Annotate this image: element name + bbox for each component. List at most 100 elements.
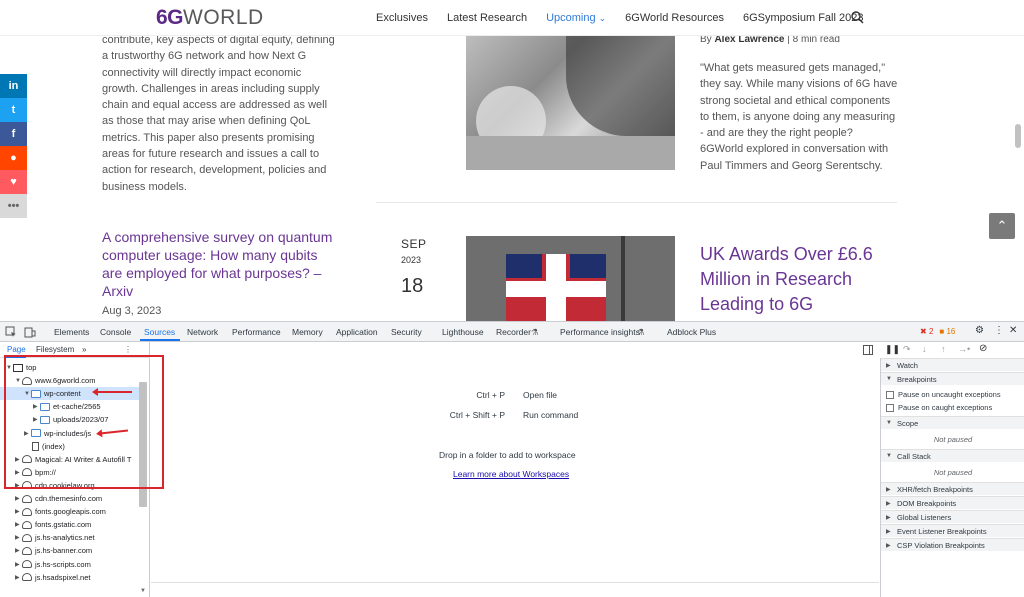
survey-article-date: Aug 3, 2023 xyxy=(102,305,162,317)
tab-memory[interactable]: Memory xyxy=(292,327,323,337)
more-tabs-chevron-icon[interactable]: » xyxy=(82,345,86,354)
tree-item-label: js.hs-scripts.com xyxy=(35,559,91,569)
shortcut-label-open-file: Open file xyxy=(523,390,558,400)
uk-article-title[interactable]: UK Awards Over £6.6 Million in Research … xyxy=(700,242,900,317)
scroll-down-arrow-icon[interactable]: ▼ xyxy=(140,588,146,594)
settings-gear-icon[interactable]: ⚙ xyxy=(975,325,984,336)
expand-arrow-icon[interactable]: ▶ xyxy=(15,534,22,541)
section-watch[interactable]: ▶ Watch xyxy=(881,358,1024,371)
article-photo-union-jack[interactable] xyxy=(466,236,675,321)
more-icon[interactable]: ••• xyxy=(0,194,27,218)
section-label: Event Listener Breakpoints xyxy=(897,526,987,536)
tree-item[interactable]: ▶ js.hsadspixel.net xyxy=(0,571,139,584)
linkedin-icon[interactable]: in xyxy=(0,74,27,98)
expand-arrow-icon: ▶ xyxy=(886,528,891,535)
tab-performance[interactable]: Performance xyxy=(232,327,281,337)
warning-count-badge[interactable]: ■ 16 xyxy=(939,327,955,336)
section-scope[interactable]: ▼ Scope xyxy=(881,416,1024,429)
deactivate-breakpoints-icon[interactable]: ⊘ xyxy=(979,343,987,354)
step-into-icon[interactable]: ↓ xyxy=(922,344,927,354)
nav-6gsymposium[interactable]: 6GSymposium Fall 2023 xyxy=(743,12,863,24)
expand-arrow-icon[interactable]: ▶ xyxy=(15,574,22,581)
collapse-arrow-icon: ▼ xyxy=(886,376,892,382)
tree-item[interactable]: ▶ cdn.themesinfo.com xyxy=(0,492,139,505)
nav-exclusives[interactable]: Exclusives xyxy=(376,12,428,24)
collapse-arrow-icon: ▼ xyxy=(886,420,892,426)
tab-network[interactable]: Network xyxy=(187,327,218,337)
survey-article-title[interactable]: A comprehensive survey on quantum comput… xyxy=(102,228,338,300)
nav-upcoming-label: Upcoming xyxy=(546,12,596,24)
subtab-page[interactable]: Page xyxy=(7,345,26,354)
tree-item[interactable]: ▶ js.hs-scripts.com xyxy=(0,558,139,571)
error-count-badge[interactable]: ✖ 2 xyxy=(920,327,933,336)
drop-folder-hint: Drop in a folder to add to workspace xyxy=(439,450,576,460)
editor-status-divider xyxy=(151,582,879,583)
tab-performance-insights[interactable]: Performance insights xyxy=(560,327,640,337)
navigator-menu-icon[interactable]: ⋮ xyxy=(124,345,132,354)
article-photo-parent-child[interactable] xyxy=(466,36,675,170)
tree-item[interactable]: ▶ fonts.gstatic.com xyxy=(0,518,139,531)
close-icon[interactable]: ✕ xyxy=(1009,325,1017,336)
site-logo[interactable]: 6GWORLD xyxy=(156,6,264,30)
search-icon[interactable] xyxy=(850,10,864,24)
nav-latest-research[interactable]: Latest Research xyxy=(447,12,527,24)
expand-arrow-icon[interactable]: ▶ xyxy=(15,547,22,554)
tab-adblock-plus[interactable]: Adblock Plus xyxy=(667,327,716,337)
section-label: DOM Breakpoints xyxy=(897,498,957,508)
checkbox[interactable] xyxy=(886,390,894,399)
section-dom-breakpoints[interactable]: ▶ DOM Breakpoints xyxy=(881,496,1024,509)
issue-counters[interactable]: ✖ 2 ■ 16 xyxy=(920,327,955,336)
section-label: Watch xyxy=(897,360,918,370)
tree-item-label: js.hs-analytics.net xyxy=(35,533,95,543)
expand-arrow-icon[interactable]: ▶ xyxy=(15,508,22,515)
section-call-stack[interactable]: ▼ Call Stack xyxy=(881,449,1024,462)
pause-uncaught-checkbox-row[interactable]: Pause on uncaught exceptions xyxy=(886,390,1001,399)
section-csp-breakpoints[interactable]: ▶ CSP Violation Breakpoints xyxy=(881,538,1024,551)
learn-workspaces-link[interactable]: Learn more about Workspaces xyxy=(453,469,569,479)
tab-sources[interactable]: Sources xyxy=(144,327,175,337)
scroll-to-top-button[interactable]: ⌃ xyxy=(989,213,1015,239)
tab-security[interactable]: Security xyxy=(391,327,422,337)
heart-icon[interactable]: ♥ xyxy=(0,170,27,194)
error-count: 2 xyxy=(928,327,934,336)
main-nav: Exclusives Latest Research Upcoming ⌄ 6GW… xyxy=(376,12,882,24)
pause-caught-checkbox-row[interactable]: Pause on caught exceptions xyxy=(886,403,992,412)
toggle-debugger-sidebar-icon[interactable] xyxy=(863,345,873,355)
pause-icon[interactable]: ❚❚ xyxy=(885,344,900,355)
section-global-listeners[interactable]: ▶ Global Listeners xyxy=(881,510,1024,523)
tab-elements[interactable]: Elements xyxy=(54,327,89,337)
step-over-icon[interactable]: ↷ xyxy=(903,344,911,355)
tab-lighthouse[interactable]: Lighthouse xyxy=(442,327,484,337)
step-icon[interactable]: →• xyxy=(958,344,970,354)
tab-application[interactable]: Application xyxy=(336,327,378,337)
expand-arrow-icon[interactable]: ▶ xyxy=(15,521,22,528)
article-excerpt-right: "What gets measured gets managed," they … xyxy=(700,62,898,172)
subtab-filesystem[interactable]: Filesystem xyxy=(36,345,74,354)
section-breakpoints[interactable]: ▼ Breakpoints xyxy=(881,372,1024,385)
debugger-toolbar: ❚❚ ↷ ↓ ↑ →• ⊘ xyxy=(858,342,1024,358)
checkbox[interactable] xyxy=(886,403,894,412)
facebook-icon[interactable]: f xyxy=(0,122,27,146)
expand-arrow-icon[interactable]: ▶ xyxy=(15,561,22,568)
device-toolbar-icon[interactable] xyxy=(24,326,36,338)
step-out-icon[interactable]: ↑ xyxy=(941,344,946,354)
reddit-icon[interactable]: ● xyxy=(0,146,27,170)
tab-recorder[interactable]: Recorder xyxy=(496,327,531,337)
tab-console[interactable]: Console xyxy=(100,327,131,337)
nav-upcoming[interactable]: Upcoming ⌄ xyxy=(546,12,606,24)
expand-arrow-icon[interactable]: ▶ xyxy=(15,495,22,502)
tree-item-label: fonts.gstatic.com xyxy=(35,520,92,530)
section-event-listener-breakpoints[interactable]: ▶ Event Listener Breakpoints xyxy=(881,524,1024,537)
expand-arrow-icon: ▶ xyxy=(886,542,891,549)
twitter-icon[interactable]: t xyxy=(0,98,27,122)
nav-6gworld-resources[interactable]: 6GWorld Resources xyxy=(625,12,724,24)
section-xhr-breakpoints[interactable]: ▶ XHR/fetch Breakpoints xyxy=(881,482,1024,495)
inspect-element-icon[interactable] xyxy=(5,326,17,338)
page-scrollbar[interactable] xyxy=(1015,124,1021,148)
tree-item[interactable]: ▶ js.hs-banner.com xyxy=(0,544,139,557)
tree-item[interactable]: ▶ js.hs-analytics.net xyxy=(0,531,139,544)
more-options-icon[interactable]: ⋮ xyxy=(994,325,1004,336)
tree-item[interactable]: ▶ fonts.googleapis.com xyxy=(0,505,139,518)
cloud-icon xyxy=(22,507,32,516)
article-excerpt-left: contribute, key aspects of digital equit… xyxy=(102,34,335,193)
